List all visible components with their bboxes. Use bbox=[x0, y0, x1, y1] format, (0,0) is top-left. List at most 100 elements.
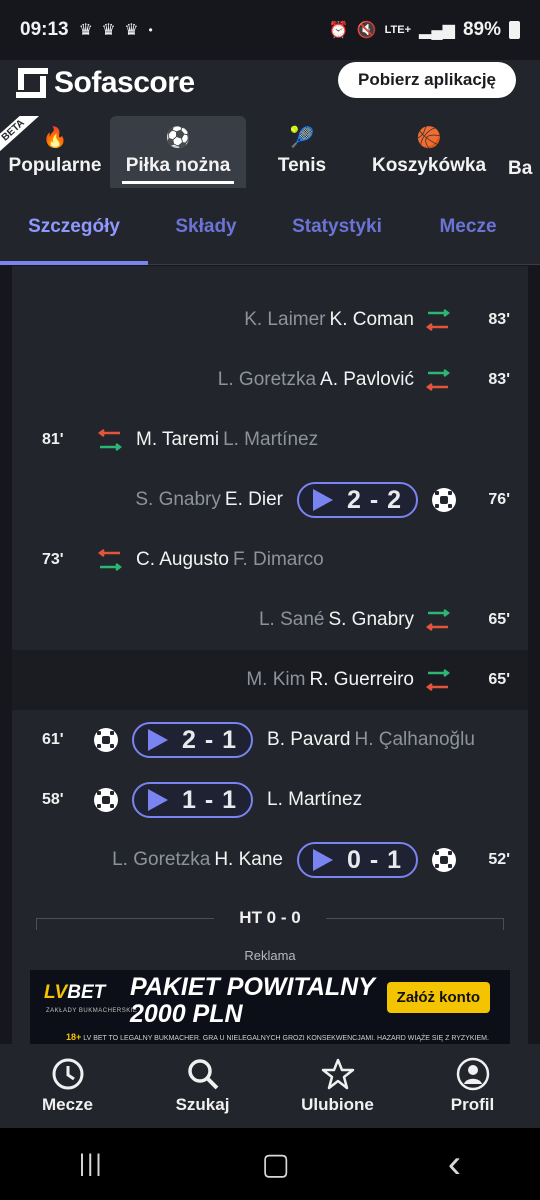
mute-icon: 🔇 bbox=[356, 22, 377, 39]
goal-score: 2 - 1 bbox=[182, 725, 238, 754]
brand-name: Sofascore bbox=[54, 66, 195, 99]
alarm-icon: ⏰ bbox=[328, 22, 349, 39]
tab-pilka-nozna[interactable]: ⚽ Piłka nożna bbox=[110, 116, 246, 188]
goal-video-button[interactable]: 1 - 1 bbox=[132, 782, 254, 818]
incident-minute: 83' bbox=[488, 371, 510, 388]
incident-row[interactable]: M. Kim R. Guerreiro 65' bbox=[12, 650, 528, 710]
battery-icon bbox=[509, 21, 520, 39]
goal-video-button[interactable]: 2 - 2 bbox=[296, 482, 418, 518]
incident-row[interactable]: 81' M. Taremi L. Martínez bbox=[12, 410, 528, 470]
ad-signup-button[interactable]: Załóż konto bbox=[386, 982, 490, 1013]
signal-icon: ▂▄▆ bbox=[419, 22, 455, 39]
download-app-button[interactable]: Pobierz aplikację bbox=[338, 62, 516, 98]
nav-ulubione[interactable]: Ulubione bbox=[278, 1057, 398, 1115]
sport-tabs: BETA 🔥 Popularne ⚽ Piłka nożna 🎾 Tenis 🏀… bbox=[0, 116, 540, 188]
lvbet-logo: LVBET bbox=[44, 982, 106, 1003]
incident-row[interactable]: K. Laimer K. Coman 83' bbox=[12, 290, 528, 350]
recents-icon[interactable]: ||| bbox=[79, 1150, 104, 1178]
profile-icon bbox=[456, 1057, 489, 1091]
ad-title: PAKIET POWITALNY 2000 PLN bbox=[130, 973, 375, 1028]
player-in: M. Taremi bbox=[136, 429, 220, 450]
incident-row[interactable]: L. Sané S. Gnabry 65' bbox=[12, 590, 528, 650]
goal-score: 1 - 1 bbox=[182, 785, 238, 814]
goal-score: 2 - 2 bbox=[346, 485, 402, 514]
tab-sklady[interactable]: Składy bbox=[148, 188, 264, 265]
tab-label: Koszykówka bbox=[371, 155, 487, 176]
nav-label: Ulubione bbox=[301, 1095, 374, 1114]
home-icon[interactable]: ▢ bbox=[261, 1147, 289, 1182]
substitution-icon bbox=[98, 427, 124, 453]
halftime-score: HT 0 - 0 bbox=[239, 908, 301, 927]
incident-row[interactable]: L. Goretzka A. Pavlović 83' bbox=[12, 350, 528, 410]
tab-label: Popularne bbox=[8, 155, 102, 176]
tab-label: Tenis bbox=[277, 155, 327, 176]
play-icon bbox=[312, 849, 333, 871]
ad-label: Reklama bbox=[244, 948, 296, 963]
play-icon bbox=[312, 489, 333, 511]
nav-profil[interactable]: Profil bbox=[413, 1057, 533, 1115]
assist-player: L. Goretzka bbox=[112, 849, 211, 870]
tab-koszykowka[interactable]: 🏀 Koszykówka bbox=[358, 116, 500, 188]
bottom-navigation: Mecze Szukaj Ulubione Profil bbox=[0, 1044, 540, 1128]
status-bar: 09:13 ♛ ♛ ♛ • ⏰ 🔇 LTE+ ▂▄▆ 89% bbox=[0, 0, 540, 60]
nav-szukaj[interactable]: Szukaj bbox=[143, 1057, 263, 1115]
goal-video-button[interactable]: 2 - 1 bbox=[132, 722, 254, 758]
incident-minute: 61' bbox=[42, 731, 64, 748]
player-in: A. Pavlović bbox=[320, 369, 414, 390]
tab-tenis[interactable]: 🎾 Tenis bbox=[246, 116, 358, 188]
nav-mecze[interactable]: Mecze bbox=[8, 1057, 128, 1115]
assist-player: H. Çalhanoğlu bbox=[354, 729, 475, 750]
goal-ball-icon bbox=[432, 488, 456, 512]
goal-scorer: E. Dier bbox=[224, 489, 283, 510]
sofascore-logo-icon bbox=[16, 68, 48, 98]
search-icon bbox=[187, 1059, 218, 1090]
play-icon bbox=[148, 789, 168, 811]
clock-time: 09:13 bbox=[20, 19, 69, 40]
match-detail-tabs: Szczegóły Składy Statystyki Mecze bbox=[0, 188, 540, 265]
brand-logo[interactable]: Sofascore bbox=[16, 66, 195, 100]
goal-scorer: H. Kane bbox=[214, 849, 283, 870]
goal-video-button[interactable]: 0 - 1 bbox=[296, 842, 418, 878]
ad-banner[interactable]: LVBET ZAKŁADY BUKMACHERSKIE PAKIET POWIT… bbox=[30, 970, 510, 1044]
incident-minute: 52' bbox=[488, 851, 510, 868]
assist-player: S. Gnabry bbox=[135, 489, 221, 510]
soccer-ball-icon: ⚽ bbox=[165, 127, 191, 149]
incident-row[interactable]: 58' 1 - 1 L. Martínez bbox=[12, 770, 528, 830]
player-out: L. Sané bbox=[258, 609, 325, 630]
nav-label: Profil bbox=[450, 1095, 495, 1114]
goal-score: 0 - 1 bbox=[346, 845, 402, 874]
goal-ball-icon bbox=[432, 848, 456, 872]
tab-label: Ba bbox=[508, 158, 533, 179]
app-header: Sofascore Pobierz aplikację BETA 🔥 Popul… bbox=[0, 60, 540, 188]
player-in: K. Coman bbox=[329, 309, 414, 330]
goal-scorer: L. Martínez bbox=[267, 789, 363, 810]
tab-partial[interactable]: Ba bbox=[500, 116, 540, 188]
tab-popularne[interactable]: BETA 🔥 Popularne bbox=[0, 116, 110, 188]
tab-szczegoly[interactable]: Szczegóły bbox=[0, 188, 148, 265]
incident-minute: 81' bbox=[42, 431, 64, 448]
nav-label: Mecze bbox=[41, 1095, 94, 1114]
network-label: LTE+ bbox=[384, 24, 412, 36]
incident-minute: 76' bbox=[488, 491, 510, 508]
play-icon bbox=[148, 729, 168, 751]
match-incidents[interactable]: K. Laimer K. Coman 83' L. Goretzka A. Pavl… bbox=[0, 266, 540, 1044]
incident-minute: 83' bbox=[488, 311, 510, 328]
back-icon[interactable]: ‹ bbox=[448, 1142, 461, 1187]
incident-row[interactable]: L. Goretzka H. Kane 0 - 1 52' bbox=[12, 830, 528, 890]
tab-statystyki[interactable]: Statystyki bbox=[264, 188, 410, 265]
player-out: K. Laimer bbox=[244, 309, 326, 330]
player-out: L. Martínez bbox=[223, 429, 319, 450]
basketball-icon: 🏀 bbox=[416, 127, 442, 149]
incident-row[interactable]: S. Gnabry E. Dier 2 - 2 76' bbox=[12, 470, 528, 530]
halftime-divider: HT 0 - 0 bbox=[36, 908, 504, 930]
substitution-icon bbox=[426, 367, 452, 393]
incident-row[interactable]: 61' 2 - 1 B. Pavard H. Çalhanoğlu bbox=[12, 710, 528, 770]
ad-logo-subtitle: ZAKŁADY BUKMACHERSKIE bbox=[46, 1008, 138, 1014]
player-in: S. Gnabry bbox=[328, 609, 414, 630]
incident-minute: 73' bbox=[42, 551, 64, 568]
goal-ball-icon bbox=[94, 728, 118, 752]
substitution-icon bbox=[98, 547, 124, 573]
goal-scorer: B. Pavard bbox=[267, 729, 351, 750]
incident-row[interactable]: 73' C. Augusto F. Dimarco bbox=[12, 530, 528, 590]
tab-mecze[interactable]: Mecze bbox=[410, 188, 526, 265]
